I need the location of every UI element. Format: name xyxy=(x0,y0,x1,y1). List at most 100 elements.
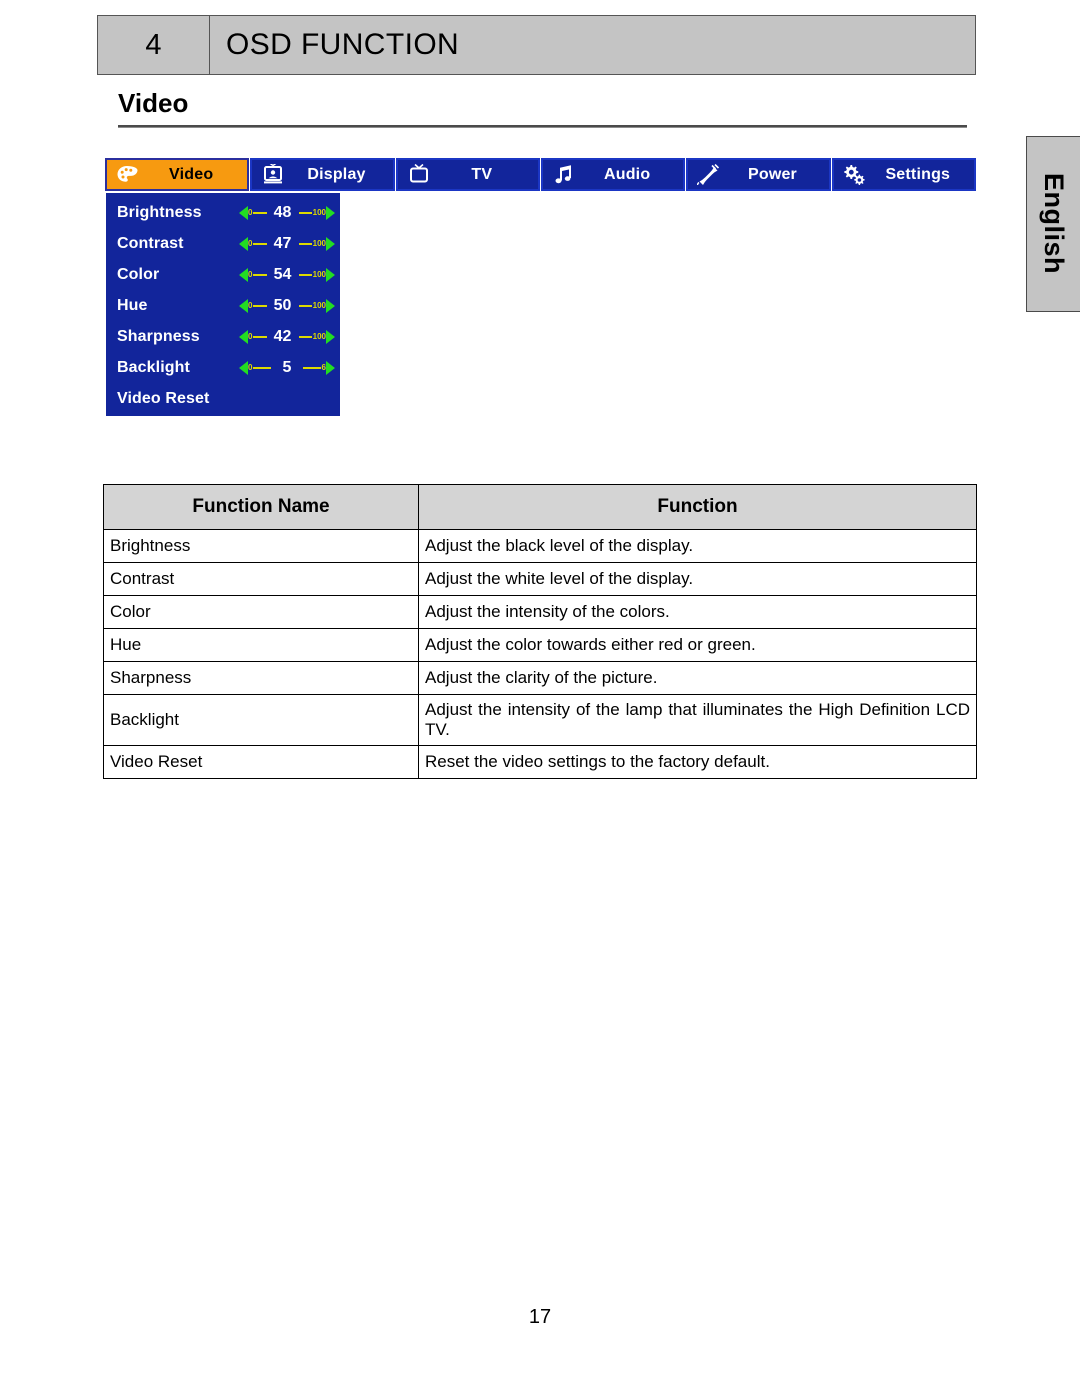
slider-value: 42 xyxy=(273,327,292,345)
table-cell-desc: Adjust the intensity of the lamp that il… xyxy=(418,694,977,746)
table-row: Hue Adjust the color towards either red … xyxy=(103,628,977,662)
osd-menu-item-label: Brightness xyxy=(117,203,202,221)
osd-menu-item-color[interactable]: Color 0 54 100 xyxy=(106,259,340,290)
sharpness-slider[interactable]: 0 42 100 xyxy=(239,328,335,346)
osd-tab-video-label: Video xyxy=(169,165,214,183)
music-note-icon xyxy=(551,164,577,186)
arrow-right-icon[interactable] xyxy=(326,267,335,282)
osd-tab-audio[interactable]: Audio xyxy=(540,158,686,191)
table-row: Brightness Adjust the black level of the… xyxy=(103,529,977,563)
brightness-slider[interactable]: 0 48 100 xyxy=(239,204,335,222)
table-cell-desc: Adjust the intensity of the colors. xyxy=(418,595,977,629)
osd-menu-item-label: Sharpness xyxy=(117,327,200,345)
slider-track-right xyxy=(298,273,312,276)
table-cell-desc: Adjust the black level of the display. xyxy=(418,529,977,563)
osd-tab-display-label: Display xyxy=(307,165,366,183)
backlight-slider[interactable]: 0 5 6 xyxy=(239,359,335,377)
arrow-right-icon[interactable] xyxy=(326,236,335,251)
arrow-left-icon[interactable] xyxy=(239,298,248,313)
slider-value: 54 xyxy=(273,265,292,283)
osd-menu-panel: Brightness 0 48 100 Contrast 0 47 100 Co… xyxy=(106,193,340,416)
slider-max: 100 xyxy=(312,331,326,341)
slider-max: 100 xyxy=(312,238,326,248)
osd-menu-item-contrast[interactable]: Contrast 0 47 100 xyxy=(106,228,340,259)
slider-min: 0 xyxy=(248,300,253,310)
slider-track-right xyxy=(298,335,312,338)
table-header-row: Function Name Function xyxy=(103,484,977,530)
table-cell-desc: Adjust the white level of the display. xyxy=(418,562,977,596)
slider-max: 100 xyxy=(312,269,326,279)
osd-tab-settings-label: Settings xyxy=(885,165,951,183)
arrow-right-icon[interactable] xyxy=(326,205,335,220)
osd-menu-item-video-reset[interactable]: Video Reset xyxy=(106,383,340,414)
osd-tab-video[interactable]: Video xyxy=(105,158,250,191)
osd-tab-display[interactable]: Display xyxy=(250,158,395,191)
osd-tab-bar: Video Display TV Audio Power Settings xyxy=(105,158,976,191)
osd-tab-power[interactable]: Power xyxy=(686,158,831,191)
osd-tab-power-label: Power xyxy=(747,165,797,183)
table-cell-name: Hue xyxy=(103,628,419,662)
slider-min: 0 xyxy=(248,238,253,248)
language-tab-label: English xyxy=(1039,173,1069,275)
slider-value: 48 xyxy=(273,203,292,221)
slider-track-left xyxy=(253,304,267,307)
table-cell-desc: Adjust the clarity of the picture. xyxy=(418,661,977,695)
slider-min: 0 xyxy=(248,362,253,372)
hue-slider[interactable]: 0 50 100 xyxy=(239,297,335,315)
osd-menu-item-brightness[interactable]: Brightness 0 48 100 xyxy=(106,197,340,228)
osd-menu-item-hue[interactable]: Hue 0 50 100 xyxy=(106,290,340,321)
gears-icon xyxy=(842,164,868,186)
arrow-left-icon[interactable] xyxy=(239,329,248,344)
table-row: Color Adjust the intensity of the colors… xyxy=(103,595,977,629)
arrow-right-icon[interactable] xyxy=(326,360,335,375)
palette-icon xyxy=(115,164,141,186)
contrast-slider[interactable]: 0 47 100 xyxy=(239,235,335,253)
osd-menu-item-label: Contrast xyxy=(117,234,184,252)
slider-track-left xyxy=(253,273,267,276)
osd-screenshot: Video Display TV Audio Power Settings Br… xyxy=(105,158,976,420)
osd-menu-item-sharpness[interactable]: Sharpness 0 42 100 xyxy=(106,321,340,352)
table-row: Video Reset Reset the video settings to … xyxy=(103,745,977,779)
table-header-function: Function xyxy=(418,484,977,530)
power-plug-icon xyxy=(696,164,722,186)
slider-track-left xyxy=(253,242,267,245)
slider-value: 5 xyxy=(282,358,292,376)
slider-track-left xyxy=(253,366,271,369)
chapter-title: OSD FUNCTION xyxy=(226,28,460,61)
chapter-number: 4 xyxy=(98,16,210,74)
arrow-right-icon[interactable] xyxy=(326,329,335,344)
table-header-function-name: Function Name xyxy=(103,484,419,530)
page-title: Video xyxy=(118,88,189,118)
color-slider[interactable]: 0 54 100 xyxy=(239,266,335,284)
slider-min: 0 xyxy=(248,207,253,217)
slider-value: 47 xyxy=(273,234,292,252)
arrow-left-icon[interactable] xyxy=(239,205,248,220)
section-divider xyxy=(118,125,967,128)
monitor-icon xyxy=(260,164,286,186)
slider-max: 100 xyxy=(312,207,326,217)
page-number: 17 xyxy=(528,1306,552,1328)
language-tab: English xyxy=(1026,136,1080,312)
arrow-right-icon[interactable] xyxy=(326,298,335,313)
arrow-left-icon[interactable] xyxy=(239,360,248,375)
chapter-header: 4 OSD FUNCTION xyxy=(97,15,976,75)
slider-track-left xyxy=(253,335,267,338)
table-row: Backlight Adjust the intensity of the la… xyxy=(103,694,977,746)
slider-track-right xyxy=(298,211,312,214)
osd-tab-tv[interactable]: TV xyxy=(395,158,540,191)
slider-track-right xyxy=(298,242,312,245)
slider-max: 100 xyxy=(312,300,326,310)
table-cell-desc: Adjust the color towards either red or g… xyxy=(418,628,977,662)
osd-menu-item-backlight[interactable]: Backlight 0 5 6 xyxy=(106,352,340,383)
osd-tab-audio-label: Audio xyxy=(603,165,651,183)
arrow-left-icon[interactable] xyxy=(239,236,248,251)
osd-menu-item-label: Backlight xyxy=(117,358,190,376)
arrow-left-icon[interactable] xyxy=(239,267,248,282)
osd-tab-settings[interactable]: Settings xyxy=(831,158,976,191)
slider-track-left xyxy=(253,211,267,214)
table-cell-name: Sharpness xyxy=(103,661,419,695)
table-row: Sharpness Adjust the clarity of the pict… xyxy=(103,661,977,695)
slider-value: 50 xyxy=(273,296,292,314)
table-cell-desc: Reset the video settings to the factory … xyxy=(418,745,977,779)
osd-tab-tv-label: TV xyxy=(471,165,493,183)
